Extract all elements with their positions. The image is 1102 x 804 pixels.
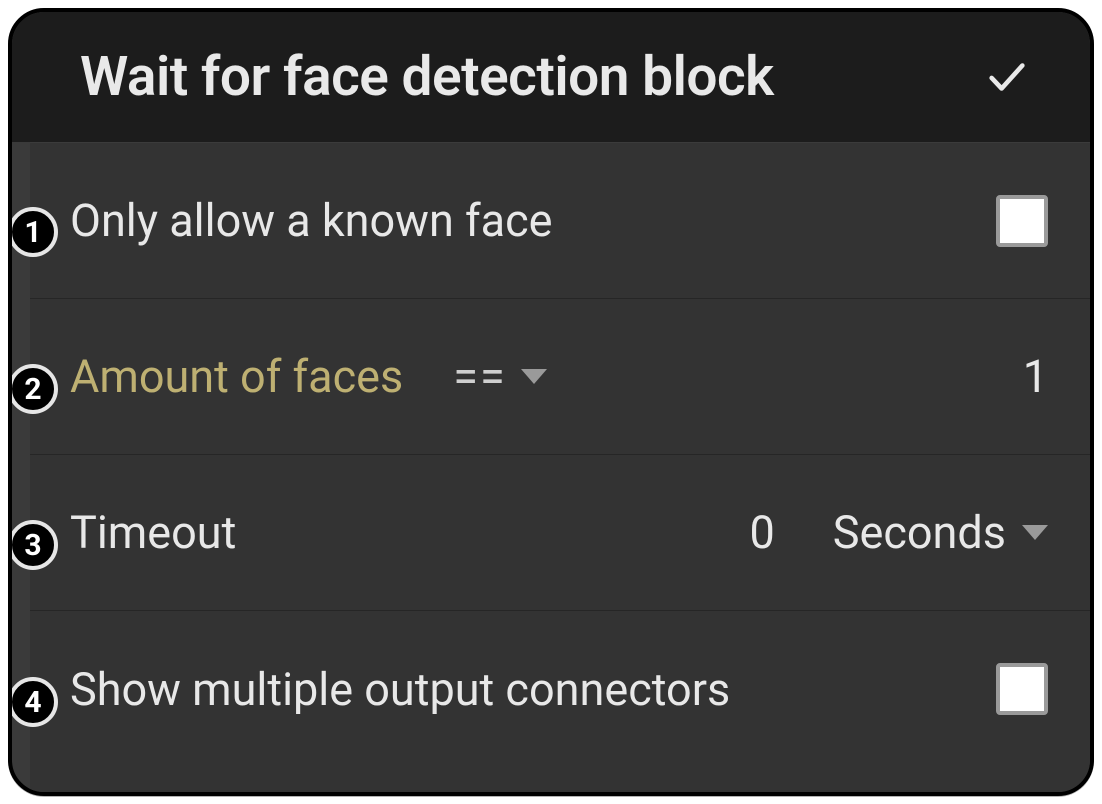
timeout-value[interactable]: 0 bbox=[749, 506, 774, 559]
annotation-badge-2: 2 bbox=[8, 364, 58, 414]
amount-of-faces-operator-dropdown[interactable]: == bbox=[453, 350, 546, 403]
row-timeout: Timeout 0 Seconds bbox=[30, 455, 1090, 611]
check-icon bbox=[984, 54, 1030, 100]
only-allow-known-face-label: Only allow a known face bbox=[70, 194, 553, 247]
chevron-down-icon bbox=[1022, 525, 1048, 540]
chevron-down-icon bbox=[521, 369, 547, 384]
timeout-unit-value: Seconds bbox=[833, 506, 1006, 559]
annotation-badge-1: 1 bbox=[8, 207, 58, 257]
only-allow-known-face-checkbox[interactable] bbox=[996, 195, 1048, 247]
panel-body: Only allow a known face Amount of faces … bbox=[30, 142, 1090, 792]
annotation-badge-3: 3 bbox=[8, 520, 58, 570]
show-multiple-output-connectors-checkbox[interactable] bbox=[996, 663, 1048, 715]
settings-panel: Wait for face detection block Only allow… bbox=[8, 8, 1094, 796]
row-only-allow-known-face: Only allow a known face bbox=[30, 143, 1090, 299]
timeout-label: Timeout bbox=[70, 506, 236, 559]
scrollbar-thumb[interactable] bbox=[1090, 142, 1094, 206]
annotation-badge-4: 4 bbox=[8, 677, 58, 727]
rows-container: Only allow a known face Amount of faces … bbox=[30, 142, 1090, 792]
amount-of-faces-value[interactable]: 1 bbox=[1023, 350, 1048, 403]
panel-header: Wait for face detection block bbox=[12, 12, 1090, 142]
panel-title: Wait for face detection block bbox=[80, 45, 774, 109]
operator-value: == bbox=[453, 350, 506, 403]
confirm-button[interactable] bbox=[980, 50, 1034, 104]
row-amount-of-faces: Amount of faces == 1 bbox=[30, 299, 1090, 455]
amount-of-faces-label: Amount of faces bbox=[70, 350, 403, 403]
show-multiple-output-connectors-label: Show multiple output connectors bbox=[70, 663, 730, 716]
timeout-unit-dropdown[interactable]: Seconds bbox=[833, 506, 1048, 559]
row-show-multiple-output-connectors: Show multiple output connectors bbox=[30, 611, 1090, 767]
